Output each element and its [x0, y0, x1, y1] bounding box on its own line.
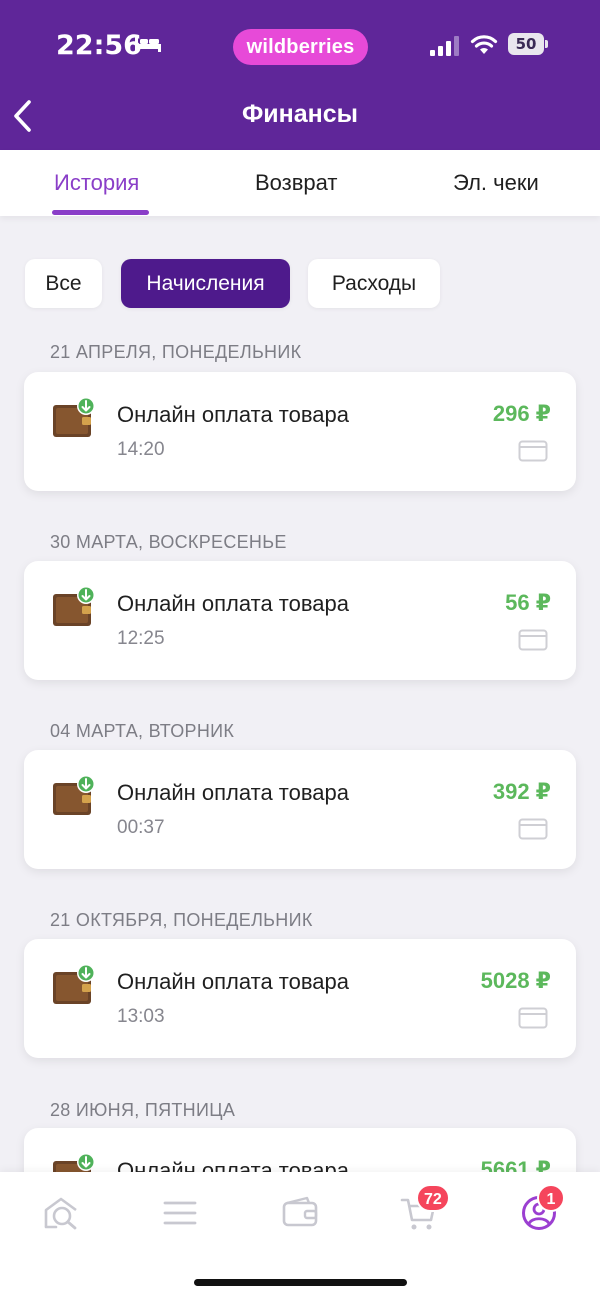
status-bar: 22:56 wildberries 50: [0, 0, 600, 90]
cart-badge: 72: [416, 1184, 450, 1212]
wallet-income-icon: [53, 964, 95, 1004]
menu-icon[interactable]: [161, 1194, 199, 1232]
date-header: 28 ИЮНЯ, ПЯТНИЦА: [50, 1100, 236, 1120]
credit-card-icon: [518, 818, 548, 840]
transaction-time: 00:37: [117, 817, 165, 838]
page-title: Финансы: [241, 100, 359, 128]
transaction-title: Онлайн оплата товара: [117, 402, 350, 427]
tab-history[interactable]: История: [54, 170, 139, 196]
transaction-amount: 5028 ₽: [480, 968, 551, 993]
transaction-title: Онлайн оплата товара: [117, 969, 350, 994]
brand-logo: wildberries: [233, 29, 368, 65]
date-header: 30 МАРТА, ВОСКРЕСЕНЬЕ: [50, 532, 287, 552]
date-header: 21 АПРЕЛЯ, ПОНЕДЕЛЬНИК: [50, 342, 302, 362]
filter-accruals-chip[interactable]: Начисления: [121, 259, 290, 308]
header: 22:56 wildberries 50 Финансы: [0, 0, 600, 150]
tab-returns[interactable]: Возврат: [255, 170, 338, 196]
transaction-card[interactable]: Онлайн оплата товара 12:25 56 ₽: [24, 561, 576, 680]
wallet-income-icon: [53, 397, 95, 437]
tab-e-receipts[interactable]: Эл. чеки: [453, 170, 539, 196]
battery-tip: [545, 40, 548, 48]
transaction-time: 12:25: [117, 628, 165, 649]
profile-badge: 1: [537, 1184, 565, 1212]
transaction-time: 13:03: [117, 1006, 165, 1027]
home-indicator: [194, 1279, 407, 1286]
filter-expenses-chip[interactable]: Расходы: [308, 259, 440, 308]
credit-card-icon: [518, 1007, 548, 1029]
transaction-time: 14:20: [117, 439, 165, 460]
status-time: 22:56: [56, 30, 142, 61]
wallet-income-icon: [53, 586, 95, 626]
filter-all-chip[interactable]: Все: [25, 259, 102, 308]
bed-icon: [135, 36, 161, 52]
wifi-icon: [470, 35, 498, 54]
wallet-income-icon: [53, 775, 95, 815]
transaction-card[interactable]: Онлайн оплата товара 00:37 392 ₽: [24, 750, 576, 869]
transaction-title: Онлайн оплата товара: [117, 780, 350, 805]
transaction-card[interactable]: Онлайн оплата товара 13:03 5028 ₽: [24, 939, 576, 1058]
transaction-amount: 392 ₽: [492, 779, 551, 804]
signal-icon: [430, 36, 459, 56]
battery-indicator: 50: [508, 33, 544, 55]
home-search-icon[interactable]: [42, 1194, 80, 1232]
date-header: 04 МАРТА, ВТОРНИК: [50, 721, 235, 741]
tab-bar: История Возврат Эл. чеки: [0, 150, 600, 216]
transaction-title: Онлайн оплата товара: [117, 591, 350, 616]
credit-card-icon: [518, 629, 548, 651]
transaction-amount: 296 ₽: [492, 401, 551, 426]
date-header: 21 ОКТЯБРЯ, ПОНЕДЕЛЬНИК: [50, 910, 313, 930]
transaction-card[interactable]: Онлайн оплата товара 14:20 296 ₽: [24, 372, 576, 491]
credit-card-icon: [518, 440, 548, 462]
transaction-amount: 56 ₽: [505, 590, 551, 615]
wallet-icon[interactable]: [281, 1194, 319, 1232]
active-tab-indicator: [52, 210, 149, 215]
